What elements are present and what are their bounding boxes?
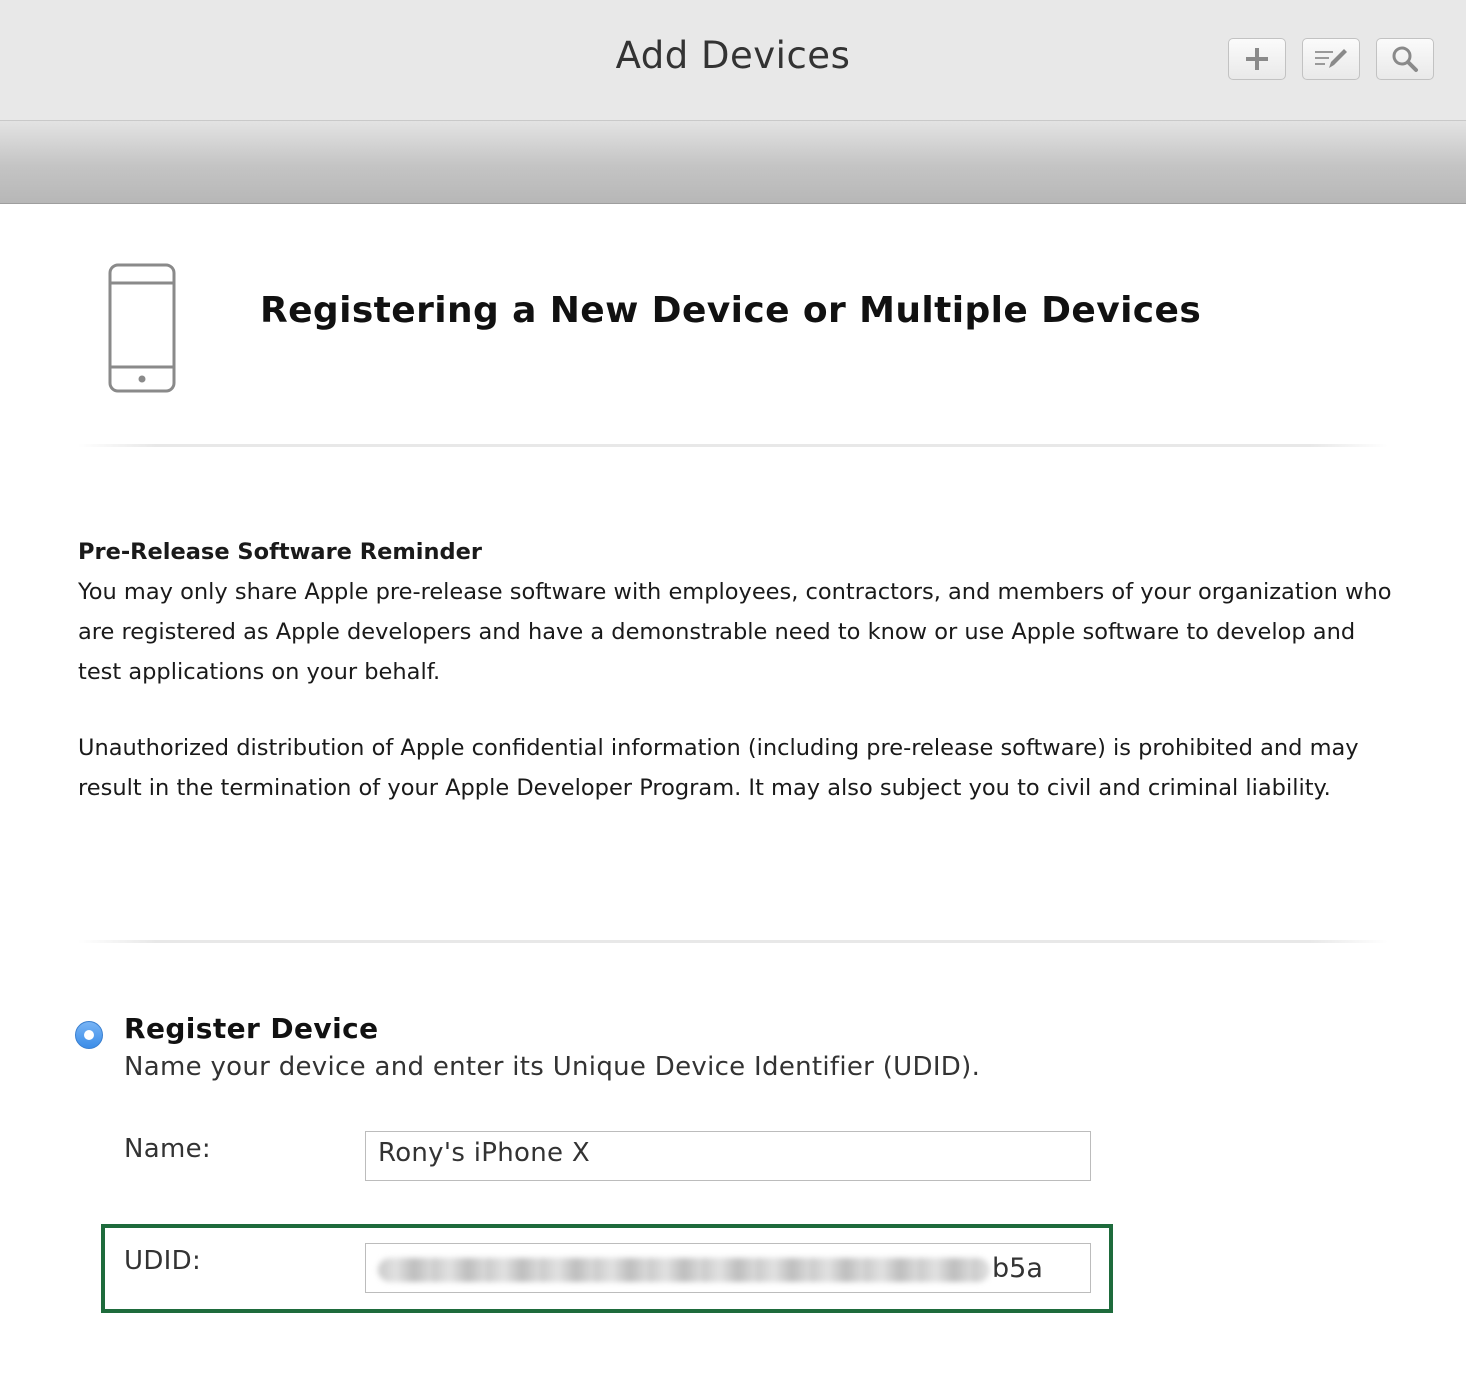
notice-paragraph: You may only share Apple pre-release sof…	[78, 579, 1392, 685]
search-button[interactable]	[1376, 38, 1434, 80]
window-header: Add Devices	[0, 0, 1466, 121]
notice-title: Pre-Release Software Reminder	[78, 539, 483, 565]
udid-visible-suffix: b5a	[992, 1253, 1043, 1284]
register-device-description: Name your device and enter its Unique De…	[124, 1052, 981, 1082]
plus-icon	[1246, 48, 1268, 70]
edit-button[interactable]	[1302, 38, 1360, 80]
register-device-title: Register Device	[124, 1012, 379, 1045]
add-button[interactable]	[1228, 38, 1286, 80]
notice-paragraph: Unauthorized distribution of Apple confi…	[78, 735, 1359, 801]
register-device-radio[interactable]	[75, 1021, 103, 1049]
name-label: Name:	[124, 1134, 211, 1164]
udid-redacted-blur	[378, 1258, 990, 1282]
edit-icon	[1315, 49, 1347, 68]
search-icon	[1392, 46, 1418, 72]
udid-label: UDID:	[124, 1246, 201, 1276]
toolbar	[1228, 38, 1434, 80]
divider	[78, 940, 1388, 943]
page-title: Registering a New Device or Multiple Dev…	[260, 290, 1202, 331]
secondary-toolbar	[0, 121, 1466, 204]
iphone-icon	[108, 263, 176, 393]
name-input[interactable]: Rony's iPhone X	[365, 1131, 1091, 1181]
divider	[78, 444, 1388, 447]
radio-selected-dot	[84, 1030, 94, 1040]
pre-release-notice: Pre-Release Software Reminder You may on…	[78, 532, 1398, 808]
